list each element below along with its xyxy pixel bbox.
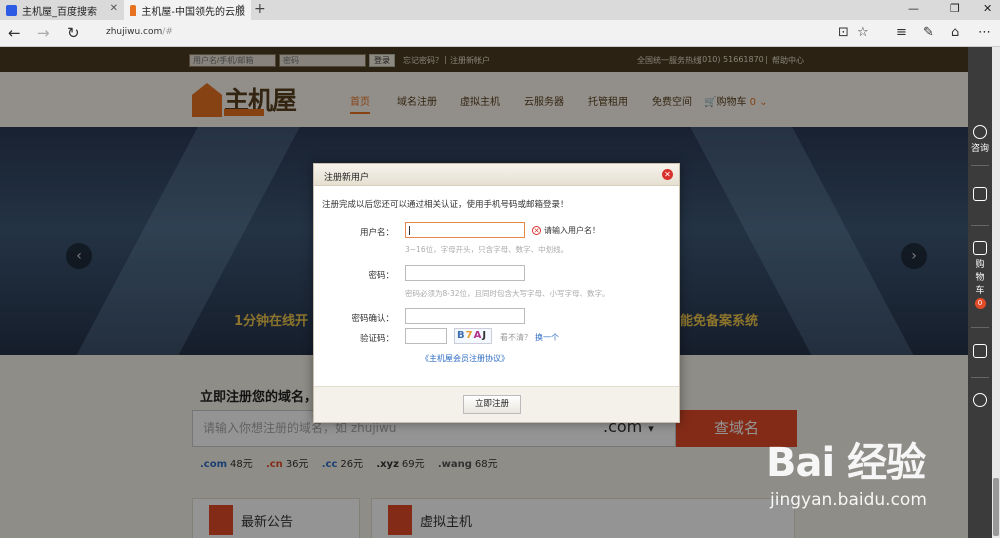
zhujiwu-favicon-icon: [130, 4, 137, 16]
username-error-text: 请输入用户名！: [544, 226, 600, 235]
dialog-footer: 立即注册: [314, 386, 679, 422]
sidebar-cart-char: 物: [975, 273, 985, 283]
username-error: ✕ 请输入用户名！: [532, 225, 600, 236]
favorite-star-icon[interactable]: ☆: [857, 25, 869, 40]
username-hint: 3~16位，字母开头，只含字母、数字、中划线。: [405, 245, 569, 254]
tab-label: 主机屋_百度搜索: [22, 6, 97, 18]
username-label: 用户名：: [359, 228, 394, 238]
forward-button[interactable]: →: [37, 24, 50, 42]
baidu-favicon-icon: [6, 4, 17, 16]
sidebar-divider: [971, 327, 989, 328]
scrollbar-thumb[interactable]: [993, 478, 999, 536]
headset-icon: [973, 125, 987, 139]
back-button[interactable]: ←: [8, 24, 21, 42]
url-host: zhujiwu.com: [106, 27, 163, 37]
error-icon: ✕: [532, 226, 541, 235]
page-scrollbar[interactable]: [992, 47, 1000, 538]
web-note-icon[interactable]: ✎: [923, 25, 934, 40]
web-page: 登录 忘记密码？ | 注册新帐户 全国统一服务热线 (010) 51661870…: [0, 47, 968, 538]
tab-close-icon[interactable]: ✕: [237, 3, 245, 14]
captcha-char: J: [482, 330, 488, 341]
password-label: 密码：: [368, 271, 394, 281]
confirm-password-field[interactable]: [405, 308, 525, 324]
dialog-intro: 注册完成以后您还可以通过相关认证，使用手机号码或邮箱登录！: [322, 200, 569, 210]
tab-zhujiwu[interactable]: 主机屋-中国领先的云服 ✕: [124, 0, 251, 20]
captcha-field[interactable]: [405, 328, 447, 344]
url-path: /#: [162, 27, 173, 37]
new-tab-button[interactable]: +: [254, 1, 266, 17]
captcha-char: 7: [465, 330, 474, 341]
hub-icon[interactable]: ≡: [896, 25, 907, 40]
sidebar-qrcode[interactable]: [968, 187, 992, 203]
captcha-unclear: 看不清？ 换一个: [500, 332, 559, 343]
right-float-sidebar: 咨询 购 物 车 0: [968, 47, 992, 538]
feedback-icon: [973, 344, 987, 358]
dialog-title: 注册新用户: [324, 173, 370, 183]
more-icon[interactable]: ⋯: [978, 25, 991, 40]
captcha-label: 验证码：: [359, 334, 394, 344]
tab-close-icon[interactable]: ✕: [110, 3, 118, 14]
reload-button[interactable]: ↻: [67, 24, 80, 42]
sidebar-wechat[interactable]: [968, 393, 992, 409]
sidebar-cart[interactable]: 购 物 车 0: [968, 241, 992, 309]
cart-icon: [973, 241, 987, 255]
captcha-unclear-text: 看不清？: [500, 333, 532, 342]
captcha-char: B: [457, 330, 466, 341]
sidebar-feedback[interactable]: [968, 344, 992, 360]
close-icon[interactable]: ✕: [662, 169, 673, 180]
sidebar-divider: [971, 225, 989, 226]
close-window-button[interactable]: ✕: [983, 2, 992, 15]
wechat-icon: [973, 393, 987, 407]
browser-nav-bar: ← → ↻ zhujiwu.com/# ⊡ ☆ ≡ ✎ ⌂ ⋯: [0, 20, 1000, 47]
minimize-button[interactable]: —: [908, 2, 919, 15]
sidebar-cart-char: 车: [975, 286, 985, 296]
confirm-password-label: 密码确认：: [351, 314, 394, 324]
sidebar-cart-char: 购: [975, 260, 985, 270]
dialog-header: 注册新用户 ✕: [314, 164, 679, 186]
tab-baidu-search[interactable]: 主机屋_百度搜索 ✕: [0, 0, 124, 20]
captcha-refresh-link[interactable]: 换一个: [535, 333, 559, 342]
reading-view-icon[interactable]: ⊡: [838, 25, 849, 40]
password-hint: 密码必须为8-32位，且同时包含大写字母、小写字母、数字。: [405, 289, 610, 298]
sidebar-divider: [971, 377, 989, 378]
agreement-link[interactable]: 《主机屋会员注册协议》: [421, 353, 509, 364]
share-icon[interactable]: ⌂: [951, 25, 959, 40]
password-field[interactable]: [405, 265, 525, 281]
register-dialog: 注册新用户 ✕ 注册完成以后您还可以通过相关认证，使用手机号码或邮箱登录！ 用户…: [313, 163, 680, 423]
tab-label: 主机屋-中国领先的云服: [141, 6, 245, 18]
register-submit-button[interactable]: 立即注册: [463, 395, 521, 414]
captcha-image[interactable]: B7AJ: [454, 328, 492, 344]
sidebar-divider: [971, 165, 989, 166]
browser-tab-bar: 主机屋_百度搜索 ✕ 主机屋-中国领先的云服 ✕ + — ❐ ✕: [0, 0, 1000, 20]
qrcode-icon: [973, 187, 987, 201]
address-bar[interactable]: zhujiwu.com/#: [106, 27, 173, 37]
sidebar-cart-count: 0: [974, 298, 986, 309]
sidebar-consult-label: 咨询: [970, 144, 989, 154]
maximize-button[interactable]: ❐: [950, 2, 960, 15]
sidebar-consult[interactable]: 咨询: [968, 125, 992, 154]
username-field[interactable]: [405, 222, 525, 238]
